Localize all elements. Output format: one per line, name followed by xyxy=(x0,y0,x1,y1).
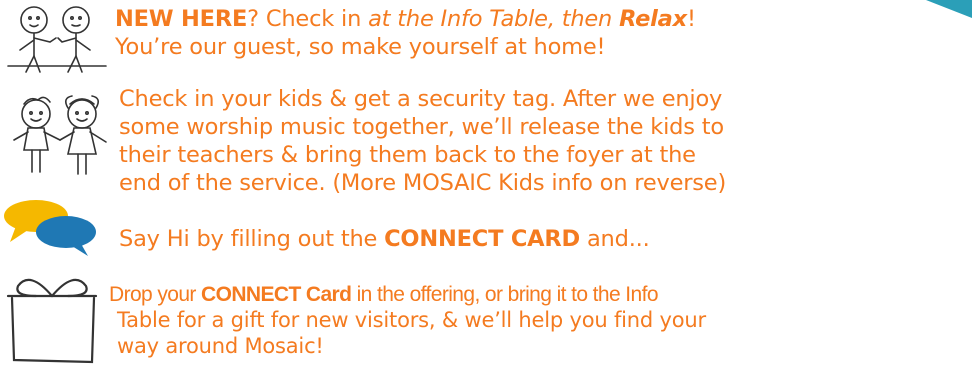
new-here-line-2: You’re our guest, so make yourself at ho… xyxy=(115,34,606,60)
say-hi-line: Say Hi by filling out the CONNECT CARD a… xyxy=(119,226,650,252)
kids-line-1: Check in your kids & get a security tag.… xyxy=(119,86,723,112)
kids-line-2: some worship music together, we’ll relea… xyxy=(119,114,724,140)
kids-holding-hands-icon xyxy=(13,95,107,175)
drop-card-line-2: Table for a gift for new visitors, & we’… xyxy=(117,308,706,332)
two-people-talking-icon xyxy=(7,6,107,73)
corner-accent-shape xyxy=(926,0,972,18)
new-here-line-1: NEW HERE? Check in at the Info Table, th… xyxy=(115,6,696,32)
new-here-bold: NEW HERE xyxy=(115,6,248,32)
kids-line-4: end of the service. (More MOSAIC Kids in… xyxy=(119,170,727,196)
kids-line-3: their teachers & bring them back to the … xyxy=(119,142,696,168)
connect-card-bold: CONNECT CARD xyxy=(384,226,581,252)
gift-box-icon xyxy=(6,278,98,364)
connect-card-bold-2: CONNECT Card xyxy=(201,283,352,306)
speech-bubbles-icon xyxy=(4,200,96,256)
drop-card-line-1: Drop your CONNECT Card in the offering, … xyxy=(109,283,659,306)
drop-card-line-3: way around Mosaic! xyxy=(117,334,324,358)
